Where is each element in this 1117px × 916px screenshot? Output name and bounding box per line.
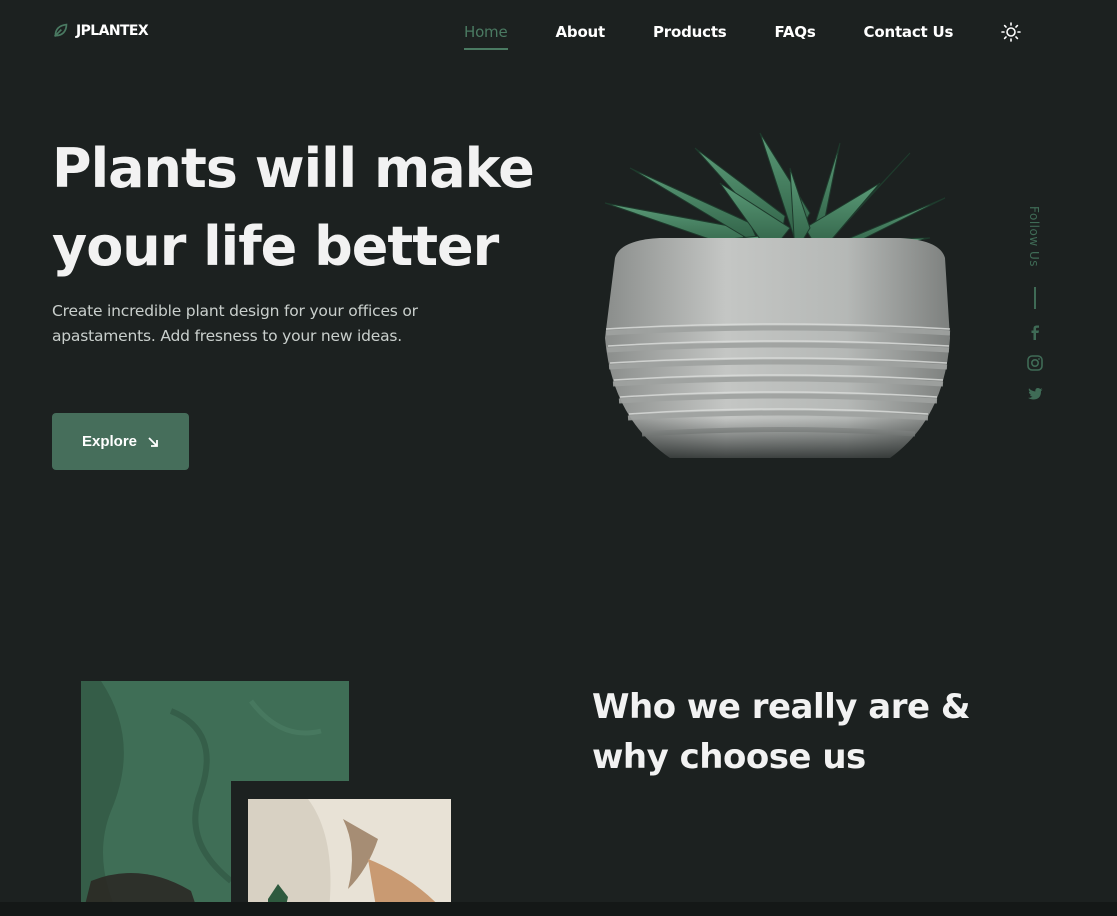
about-title-line-1: Who we really are & [592, 687, 971, 727]
nav-faqs[interactable]: FAQs [775, 23, 816, 41]
nav-about[interactable]: About [556, 23, 606, 41]
hero-title-line-2: your life better [52, 215, 499, 278]
about-title: Who we really are & why choose us [592, 682, 1012, 782]
hero-description: Create incredible plant design for your … [52, 302, 418, 345]
follow-us-label: Follow Us [1027, 206, 1041, 267]
bottom-edge [0, 902, 1117, 916]
hero-title: Plants will make your life better [52, 130, 552, 286]
arrow-down-right-icon [148, 436, 158, 447]
facebook-icon[interactable] [1026, 323, 1044, 341]
instagram-icon[interactable] [1026, 354, 1044, 372]
sun-icon[interactable] [1001, 22, 1022, 42]
logo[interactable]: JPLANTEX [52, 22, 149, 39]
leaf-icon [53, 23, 68, 38]
explore-button-label: Explore [81, 433, 138, 450]
about-image-secondary [248, 799, 451, 916]
hero-title-line-1: Plants will make [52, 137, 535, 200]
nav-home[interactable]: Home [464, 23, 508, 50]
twitter-icon[interactable] [1026, 385, 1044, 403]
main-nav: Home About Products FAQs Contact Us [464, 22, 1022, 50]
succulent-plant-image [600, 132, 955, 468]
explore-button[interactable]: Explore [52, 413, 189, 470]
follow-divider [1034, 287, 1036, 309]
nav-contact-us[interactable]: Contact Us [864, 23, 954, 41]
page: JPLANTEX Home About Products FAQs Contac… [0, 0, 1117, 916]
about-title-line-2: why choose us [592, 737, 866, 777]
nav-products[interactable]: Products [653, 23, 727, 41]
logo-text: JPLANTEX [76, 22, 149, 39]
